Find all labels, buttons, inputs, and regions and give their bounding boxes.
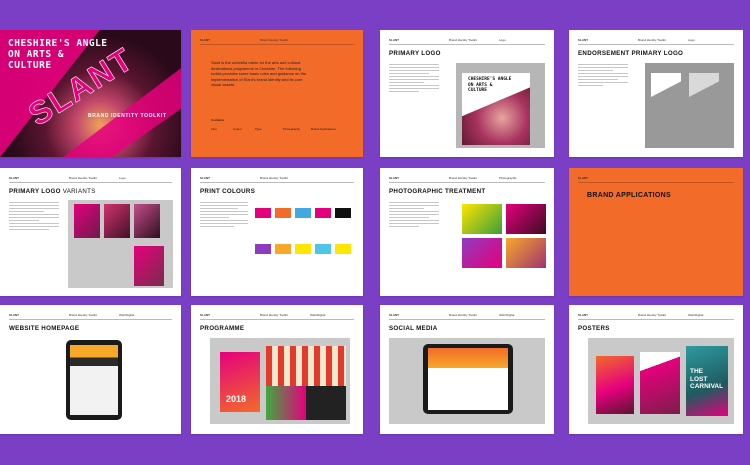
- page-header: SLANT Brand Identity Toolkit: [200, 176, 354, 183]
- colour-swatch: [335, 244, 351, 254]
- body-text: [578, 64, 628, 88]
- endorsement-panel: [645, 63, 734, 148]
- endorsement-logo: [651, 73, 681, 97]
- programme-panel: 2018: [210, 338, 350, 424]
- tablet-mockup: [423, 344, 513, 414]
- intro-body: Slant is the umbrella name for the arts …: [211, 60, 307, 87]
- website-homepage-page[interactable]: SLANT Brand Identity Toolkit Web/Digital W…: [0, 305, 181, 434]
- programme-year: 2018: [226, 394, 247, 404]
- page-header: SLANT Brand Identity Toolkit Photographic: [389, 176, 545, 183]
- page-title: BRAND APPLICATIONS: [587, 192, 671, 199]
- colour-swatch: [335, 208, 351, 218]
- body-text: [389, 64, 439, 94]
- page-title: PHOTOGRAPHIC TREATMENT: [389, 188, 486, 195]
- programme-spread: [266, 386, 346, 420]
- colour-swatch: [255, 208, 271, 218]
- page-title: PROGRAMME: [200, 325, 245, 332]
- page-title: SOCIAL MEDIA: [389, 325, 438, 332]
- cover-photo: CHESHIRE'S ANGLE ON ARTS & CULTURE SLANT B…: [0, 30, 181, 157]
- treated-photo: [506, 238, 546, 268]
- page-header: SLANT Brand Identity Toolkit Web/Digital: [9, 313, 172, 320]
- page-title: PRIMARY LOGO VARIANTS: [9, 188, 96, 195]
- treated-photo: [462, 238, 502, 268]
- colour-swatch: [275, 208, 291, 218]
- photographic-treatment-page[interactable]: SLANT Brand Identity Toolkit Photographic …: [380, 168, 554, 296]
- page-title: PRIMARY LOGO: [389, 50, 441, 57]
- page-header: SLANT Brand Identity Toolkit Web/Digital: [578, 313, 734, 320]
- body-text: [389, 202, 439, 229]
- page-header: SLANT: [578, 176, 734, 183]
- cover-subtitle: BRAND IDENTITY TOOLKIT: [88, 113, 167, 119]
- variant-thumb: [134, 246, 164, 286]
- brand-applications-divider[interactable]: SLANT BRAND APPLICATIONS: [569, 168, 743, 296]
- page-title: WEBSITE HOMEPAGE: [9, 325, 80, 332]
- print-colours-page[interactable]: SLANT Brand Identity Toolkit PRINT COLOUR…: [191, 168, 363, 296]
- intro-page[interactable]: SLANT Brand Identity Toolkit Slant is the…: [191, 30, 363, 157]
- colour-swatch: [295, 208, 311, 218]
- variant-thumb: [134, 204, 160, 238]
- treated-photo: [462, 204, 502, 234]
- treated-photo: [506, 204, 546, 234]
- primary-logo-page[interactable]: SLANT Brand Identity Toolkit Logo PRIMARY …: [380, 30, 554, 157]
- body-text: [200, 202, 248, 229]
- colour-swatch: [275, 244, 291, 254]
- colour-swatch: [315, 244, 331, 254]
- page-header: SLANT Brand Identity Toolkit Logo: [9, 176, 172, 183]
- page-header: SLANT Brand Identity Toolkit Logo: [578, 38, 734, 45]
- logo-panel: CHESHIRE'S ANGLE ON ARTS & CULTURE: [456, 63, 545, 148]
- endorsement-logo-page[interactable]: SLANT Brand Identity Toolkit Logo ENDORSEM…: [569, 30, 743, 157]
- contents-label: Contents: [211, 118, 224, 122]
- social-screen: [428, 348, 508, 410]
- programme-page[interactable]: SLANT Brand Identity Toolkit Web/Digital P…: [191, 305, 363, 434]
- cover-page[interactable]: CHESHIRE'S ANGLE ON ARTS & CULTURE SLANT B…: [0, 30, 181, 157]
- page-title: PRINT COLOURS: [200, 188, 256, 195]
- endorsement-logo-alt: [689, 73, 719, 97]
- posters-page[interactable]: SLANT Brand Identity Toolkit Web/Digital P…: [569, 305, 743, 434]
- programme-spread: [266, 346, 346, 386]
- page-title: ENDORSEMENT PRIMARY LOGO: [578, 50, 684, 57]
- poster: THE LOST CARNIVAL: [686, 346, 728, 416]
- variants-panel: [68, 200, 173, 288]
- page-header: SLANT Brand Identity Toolkit: [200, 38, 354, 45]
- website-screen: [70, 345, 118, 415]
- logo-wordmark: CHESHIRE'S ANGLE ON ARTS & CULTURE: [468, 77, 512, 93]
- social-panel: [389, 338, 545, 424]
- toolkit-spread-grid: CHESHIRE'S ANGLE ON ARTS & CULTURE SLANT B…: [0, 0, 750, 465]
- poster: [596, 356, 634, 414]
- posters-panel: THE LOST CARNIVAL: [588, 338, 734, 424]
- variant-thumb: [104, 204, 130, 238]
- page-header: SLANT Brand Identity Toolkit Web/Digital: [389, 313, 545, 320]
- page-title: POSTERS: [578, 325, 610, 332]
- tablet-mockup: [66, 340, 122, 420]
- colour-swatch: [255, 244, 271, 254]
- poster: [640, 352, 680, 414]
- colour-swatch: [295, 244, 311, 254]
- body-text: [9, 202, 59, 232]
- colour-swatch: [315, 208, 331, 218]
- page-header: SLANT Brand Identity Toolkit Logo: [389, 38, 545, 45]
- variant-thumb: [74, 204, 100, 238]
- social-media-page[interactable]: SLANT Brand Identity Toolkit Web/Digital S…: [380, 305, 554, 434]
- poster-title: THE LOST CARNIVAL: [690, 368, 724, 390]
- logo-variants-page[interactable]: SLANT Brand Identity Toolkit Logo PRIMARY …: [0, 168, 181, 296]
- page-header: SLANT Brand Identity Toolkit Web/Digital: [200, 313, 354, 320]
